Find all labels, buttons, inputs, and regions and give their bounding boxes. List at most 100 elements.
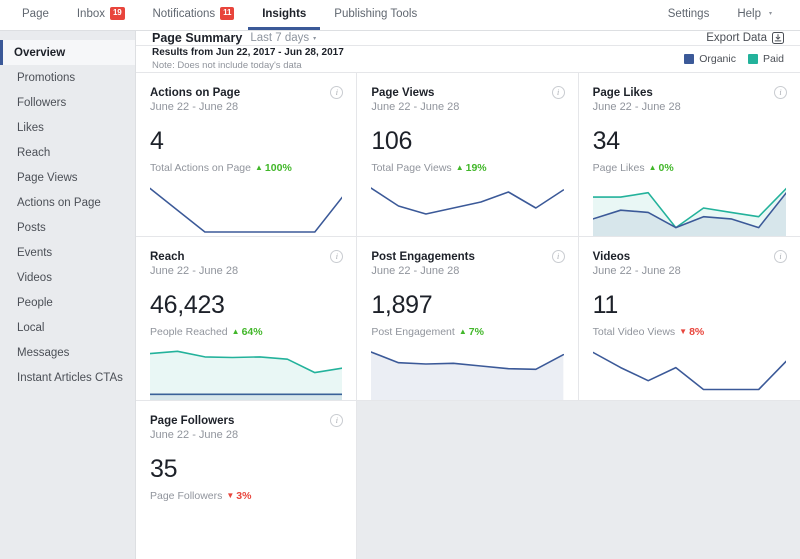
- nav-help-label: Help: [737, 8, 761, 20]
- sidebar-item-label: Posts: [17, 222, 46, 234]
- results-note: Note: Does not include today's data: [152, 60, 344, 73]
- metric-card-delta: ▲0%: [649, 162, 674, 174]
- sidebar-item-label: Videos: [17, 272, 52, 284]
- page-title: Page Summary: [152, 31, 242, 45]
- sidebar-item-local[interactable]: Local: [0, 315, 135, 340]
- metric-card-value: 34: [593, 129, 786, 154]
- results-text: Results from Jun 22, 2017 - Jun 28, 2017…: [152, 46, 344, 72]
- metrics-grid: iActions on PageJune 22 - June 284Total …: [136, 73, 800, 559]
- metric-card-delta: ▲19%: [456, 162, 487, 174]
- sidebar-item-label: Events: [17, 247, 52, 259]
- arrow-up-icon: ▲: [459, 328, 467, 336]
- arrow-up-icon: ▲: [649, 164, 657, 172]
- nav-tab-insights[interactable]: Insights: [248, 0, 320, 30]
- info-icon[interactable]: i: [552, 86, 565, 99]
- metric-card-delta-value: 3%: [236, 490, 251, 502]
- metric-card-date-range: June 22 - June 28: [150, 429, 342, 441]
- sidebar-item-label: Promotions: [17, 72, 75, 84]
- arrow-up-icon: ▲: [456, 164, 464, 172]
- main-content: Page Summary Last 7 days ▾ Export Data R…: [135, 31, 800, 559]
- sidebar-item-instant-articles-ctas[interactable]: Instant Articles CTAs: [0, 365, 135, 390]
- metric-card-delta-value: 8%: [689, 326, 704, 338]
- sidebar-item-page-views[interactable]: Page Views: [0, 165, 135, 190]
- metric-card-metric-label: Page Followers: [150, 490, 222, 502]
- metric-card-label-row: People Reached▲64%: [150, 326, 342, 338]
- metric-card-label-row: Page Followers ▼3%: [150, 490, 342, 502]
- metric-card-date-range: June 22 - June 28: [150, 265, 342, 277]
- arrow-up-icon: ▲: [255, 164, 263, 172]
- metric-card-delta-value: 7%: [469, 326, 484, 338]
- metric-card-title: Videos: [593, 251, 786, 263]
- nav-tab-label: Publishing Tools: [334, 8, 417, 20]
- metric-card-metric-label: People Reached: [150, 326, 228, 338]
- metric-card-metric-label: Total Page Views: [371, 162, 451, 174]
- nav-tab-inbox[interactable]: Inbox 19: [63, 0, 139, 30]
- sidebar-item-overview[interactable]: Overview: [0, 40, 135, 65]
- sidebar-item-actions-on-page[interactable]: Actions on Page: [0, 190, 135, 215]
- nav-settings-button[interactable]: Settings: [654, 0, 724, 30]
- metric-card-videos[interactable]: iVideosJune 22 - June 2811Total Video Vi…: [579, 237, 800, 401]
- export-data-button[interactable]: Export Data: [706, 32, 784, 44]
- metric-card-sparkline: [150, 178, 342, 236]
- sidebar-item-posts[interactable]: Posts: [0, 215, 135, 240]
- metric-card-sparkline: [593, 178, 786, 236]
- sidebar-item-promotions[interactable]: Promotions: [0, 65, 135, 90]
- chevron-down-icon: ▾: [769, 11, 772, 17]
- legend-label: Organic: [699, 53, 736, 65]
- metric-card-reach[interactable]: iReachJune 22 - June 2846,423People Reac…: [136, 237, 357, 401]
- metric-card-value: 35: [150, 457, 342, 482]
- top-navigation: Page Inbox 19 Notifications11Insights Publis…: [0, 0, 800, 31]
- notification-badge: 19: [110, 7, 125, 20]
- top-nav-right-group: Settings Help ▾: [654, 0, 786, 30]
- sidebar-item-messages[interactable]: Messages: [0, 340, 135, 365]
- top-nav-left-group: Page Inbox 19 Notifications11Insights Publis…: [8, 0, 431, 30]
- metric-card-value: 106: [371, 129, 563, 154]
- metric-card-title: Post Engagements: [371, 251, 563, 263]
- nav-help-button[interactable]: Help ▾: [723, 0, 786, 30]
- sidebar-item-people[interactable]: People: [0, 290, 135, 315]
- info-icon[interactable]: i: [552, 250, 565, 263]
- metric-card-delta: ▼3%: [226, 490, 251, 502]
- nav-tab-page[interactable]: Page: [8, 0, 63, 30]
- metric-card-metric-label: Post Engagement: [371, 326, 454, 338]
- legend-label: Paid: [763, 53, 784, 65]
- metric-card-date-range: June 22 - June 28: [150, 101, 342, 113]
- sidebar-item-label: Actions on Page: [17, 197, 101, 209]
- metric-card-delta-value: 100%: [265, 162, 292, 174]
- metric-card-value: 11: [593, 293, 786, 318]
- metric-card-sparkline: [371, 178, 563, 236]
- sidebar-item-likes[interactable]: Likes: [0, 115, 135, 140]
- sidebar-item-label: Reach: [17, 147, 50, 159]
- sidebar-item-label: Followers: [17, 97, 66, 109]
- legend-item-paid: Paid: [748, 53, 784, 65]
- metric-card-title: Page Followers: [150, 415, 342, 427]
- metric-card-page-followers[interactable]: iPage FollowersJune 22 - June 2835Page F…: [136, 401, 357, 559]
- metric-card-date-range: June 22 - June 28: [371, 265, 563, 277]
- metric-card-label-row: Page Likes▲0%: [593, 162, 786, 174]
- sidebar-item-label: Overview: [14, 47, 65, 59]
- notification-badge: 11: [220, 7, 234, 20]
- empty-grid-cell: [579, 401, 800, 559]
- sidebar-item-followers[interactable]: Followers: [0, 90, 135, 115]
- nav-tab-publishing-tools[interactable]: Publishing Tools: [320, 0, 431, 30]
- page-summary-bar: Page Summary Last 7 days ▾ Export Data: [136, 31, 800, 46]
- metric-card-delta-value: 0%: [659, 162, 674, 174]
- sidebar-item-videos[interactable]: Videos: [0, 265, 135, 290]
- date-range-selector[interactable]: Last 7 days ▾: [250, 32, 316, 44]
- metric-card-value: 46,423: [150, 293, 342, 318]
- sidebar-item-events[interactable]: Events: [0, 240, 135, 265]
- metric-card-label-row: Post Engagement ▲7%: [371, 326, 563, 338]
- date-range-label: Last 7 days: [250, 32, 309, 44]
- legend-swatch-paid: [748, 54, 758, 64]
- metric-card-sparkline: [593, 342, 786, 400]
- nav-tab-notifications[interactable]: Notifications11: [139, 0, 249, 30]
- metric-card-actions-on-page[interactable]: iActions on PageJune 22 - June 284Total …: [136, 73, 357, 237]
- metric-card-page-likes[interactable]: iPage LikesJune 22 - June 2834Page Likes…: [579, 73, 800, 237]
- nav-tab-label: Inbox: [77, 8, 105, 20]
- metric-card-post-engagements[interactable]: iPost EngagementsJune 22 - June 281,897P…: [357, 237, 578, 401]
- metric-card-page-views[interactable]: iPage ViewsJune 22 - June 28106Total Pag…: [357, 73, 578, 237]
- metric-card-metric-label: Total Actions on Page: [150, 162, 251, 174]
- results-bar: Results from Jun 22, 2017 - Jun 28, 2017…: [136, 46, 800, 73]
- sidebar-item-reach[interactable]: Reach: [0, 140, 135, 165]
- page-shell: Overview Promotions Followers Likes Reach Pag…: [0, 31, 800, 559]
